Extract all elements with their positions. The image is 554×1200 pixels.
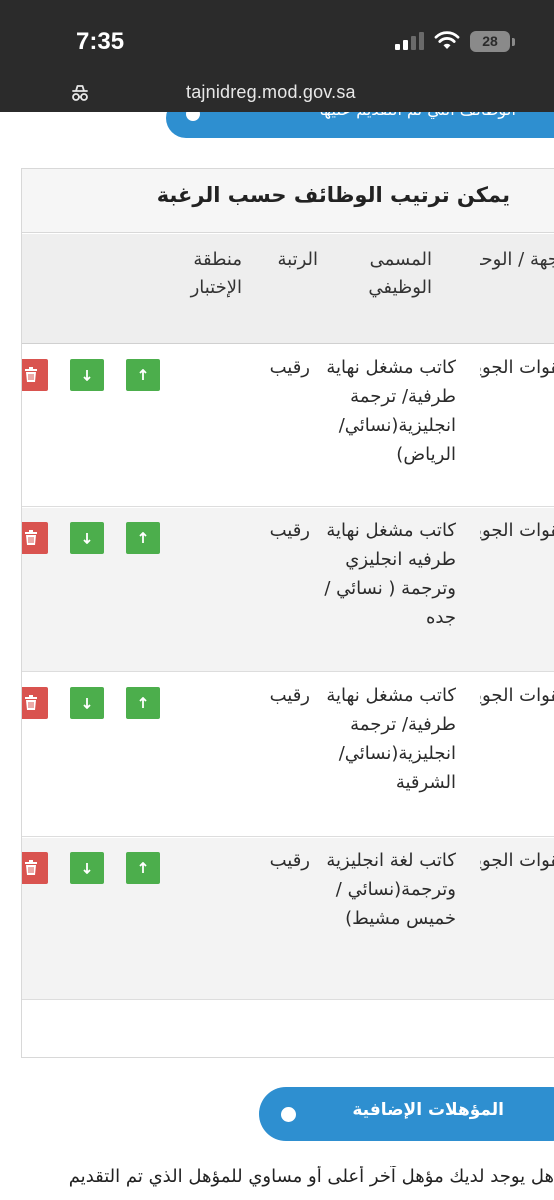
arrow-up-icon [139, 532, 147, 543]
row-rank: رقيب [269, 520, 310, 541]
move-up-button[interactable] [126, 522, 160, 554]
arrow-up-icon [139, 862, 147, 873]
cellular-signal-icon [395, 32, 425, 50]
move-up-button[interactable] [126, 359, 160, 391]
arrow-up-icon [139, 369, 147, 380]
row-unit: القوات الجوية الملكية السعودية [480, 850, 554, 871]
table-row: القوات الجوية الملكية السعودية كاتب مشغل… [22, 345, 554, 507]
table-row: القوات الجوية الملكية السعودية كاتب مشغل… [22, 673, 554, 837]
additional-qualification-question: هل يوجد لديك مؤهل آخر أعلى أو مساوي للمؤ… [68, 1166, 554, 1187]
jobs-table-header: الجهة / الوحدة المسمى الوظيفي الرتبة منط… [22, 234, 554, 344]
jobs-card: يمكن ترتيب الوظائف حسب الرغبة الجهة / ال… [21, 168, 554, 1058]
header-unit: الجهة / الوحدة [480, 249, 554, 270]
header-rank: الرتبة [277, 249, 318, 270]
battery-icon: 28 [470, 31, 510, 52]
delete-button[interactable] [22, 852, 48, 884]
move-up-button[interactable] [126, 687, 160, 719]
trash-icon [25, 530, 37, 545]
move-down-button[interactable] [70, 359, 104, 391]
status-time: 7:35 [76, 28, 125, 55]
browser-chrome: 7:35 28 tajnidreg.mod.gov.sa [0, 0, 554, 112]
additional-qualifications-section[interactable]: المؤهلات الإضافية [259, 1087, 554, 1141]
move-down-button[interactable] [70, 852, 104, 884]
battery-tip [512, 38, 515, 46]
row-job-title: كاتب مشغل نهاية طرفية/ ترجمة انجليزية(نس… [326, 685, 456, 793]
delete-button[interactable] [22, 359, 48, 391]
arrow-down-icon [83, 698, 91, 709]
table-row: القوات الجوية الملكية السعودية كاتب لغة … [22, 838, 554, 1000]
trash-icon [25, 367, 37, 382]
row-job-title: كاتب مشغل نهاية طرفيه انجليزي وترجمة ( ن… [324, 520, 456, 628]
header-job-title: المسمى الوظيفي [368, 249, 432, 298]
row-job-title: كاتب مشغل نهاية طرفية/ ترجمة انجليزية(نس… [326, 357, 456, 465]
arrow-down-icon [83, 533, 91, 544]
header-region: منطقة الإختبار [190, 249, 242, 298]
move-down-button[interactable] [70, 687, 104, 719]
row-unit: القوات الجوية الملكية السعودية [480, 357, 554, 378]
row-unit: القوات الجوية الملكية السعودية [480, 520, 554, 541]
mask-icon[interactable] [70, 84, 90, 102]
arrow-down-icon [83, 370, 91, 381]
additional-qualifications-label: المؤهلات الإضافية [352, 1100, 504, 1120]
table-row: القوات الجوية الملكية السعودية كاتب مشغل… [22, 508, 554, 672]
row-unit: القوات الجوية الملكية السعودية [480, 685, 554, 706]
row-rank: رقيب [269, 357, 310, 378]
jobs-card-title: يمكن ترتيب الوظائف حسب الرغبة [156, 183, 510, 207]
url-bar[interactable]: tajnidreg.mod.gov.sa [186, 82, 356, 103]
delete-button[interactable] [22, 522, 48, 554]
card-divider [22, 1057, 554, 1058]
row-rank: رقيب [269, 685, 310, 706]
move-up-button[interactable] [126, 852, 160, 884]
jobs-card-header: يمكن ترتيب الوظائف حسب الرغبة [22, 169, 554, 233]
row-rank: رقيب [269, 850, 310, 871]
trash-icon [25, 860, 37, 875]
delete-button[interactable] [22, 687, 48, 719]
row-job-title: كاتب لغة انجليزية وترجمة(نسائي /خميس مشي… [326, 850, 456, 929]
arrow-up-icon [139, 697, 147, 708]
bullet-dot-icon [281, 1107, 296, 1122]
trash-icon [25, 695, 37, 710]
arrow-down-icon [83, 863, 91, 874]
wifi-icon [434, 31, 460, 49]
move-down-button[interactable] [70, 522, 104, 554]
